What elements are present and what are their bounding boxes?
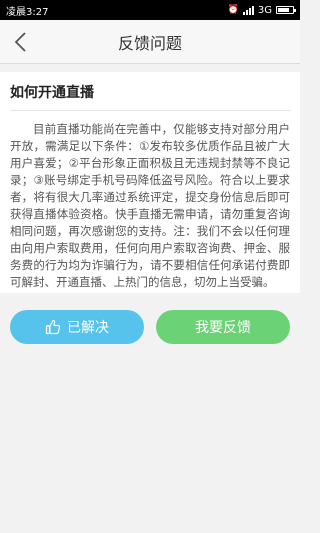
feedback-button[interactable]: 我要反馈: [156, 310, 290, 344]
solved-label: 已解决: [67, 320, 109, 336]
status-time: 凌晨3:27: [6, 6, 49, 18]
page-title: 反馈问题: [117, 33, 182, 53]
back-button[interactable]: [6, 28, 34, 56]
solved-button[interactable]: 已解决: [10, 310, 144, 344]
status-bar: 凌晨3:27 ⏰ 3G: [0, 0, 300, 20]
article-title: 如何开通直播: [10, 82, 290, 111]
status-indicators: ⏰ 3G: [227, 4, 296, 16]
alarm-icon: ⏰: [227, 5, 239, 15]
feedback-label: 我要反馈: [195, 320, 251, 336]
network-type: 3G: [257, 4, 272, 16]
nav-bar: 反馈问题: [0, 20, 300, 64]
article-body: 目前直播功能尚在完善中，仅能够支持对部分用户开放，需满足以下条件：①发布较多优质…: [10, 122, 290, 289]
action-buttons: 已解决 我要反馈: [10, 310, 290, 344]
chevron-left-icon: [14, 32, 26, 52]
thumbs-up-icon: [45, 319, 61, 335]
battery-icon: [276, 6, 296, 14]
signal-icon: [242, 5, 254, 15]
article-card: 如何开通直播 目前直播功能尚在完善中，仅能够支持对部分用户开放，需满足以下条件：…: [0, 72, 300, 293]
